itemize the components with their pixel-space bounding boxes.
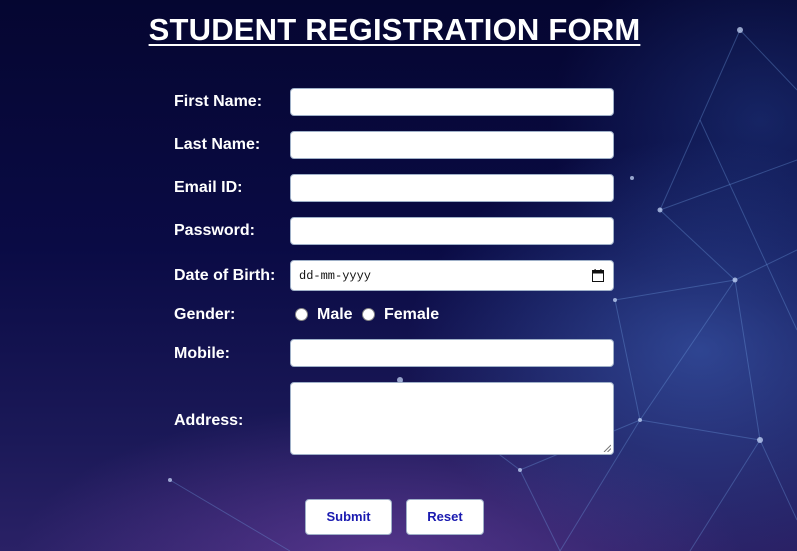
password-input[interactable] bbox=[290, 217, 614, 245]
address-textarea[interactable] bbox=[290, 382, 614, 455]
gender-male-radio[interactable] bbox=[295, 308, 308, 321]
dob-placeholder: dd-mm-yyyy bbox=[299, 269, 372, 283]
gender-female-radio[interactable] bbox=[362, 308, 375, 321]
gender-male-label[interactable]: Male bbox=[317, 306, 353, 324]
submit-button[interactable]: Submit bbox=[305, 499, 392, 535]
first-name-label: First Name: bbox=[174, 93, 263, 110]
mobile-label: Mobile: bbox=[174, 345, 230, 362]
gender-label: Gender: bbox=[174, 306, 236, 323]
first-name-input[interactable] bbox=[290, 88, 614, 116]
resize-grip-icon[interactable] bbox=[603, 444, 611, 452]
last-name-input[interactable] bbox=[290, 131, 614, 159]
password-label: Password: bbox=[174, 222, 255, 239]
reset-button[interactable]: Reset bbox=[406, 499, 484, 535]
mobile-input[interactable] bbox=[290, 339, 614, 367]
last-name-label: Last Name: bbox=[174, 136, 261, 153]
dob-date-input[interactable]: dd-mm-yyyy bbox=[290, 260, 614, 291]
gender-female-label[interactable]: Female bbox=[384, 306, 439, 324]
email-label: Email ID: bbox=[174, 179, 243, 196]
dob-label: Date of Birth: bbox=[174, 267, 276, 284]
calendar-icon[interactable] bbox=[592, 269, 604, 282]
email-input[interactable] bbox=[290, 174, 614, 202]
page-title: STUDENT REGISTRATION FORM bbox=[148, 12, 641, 47]
address-label: Address: bbox=[174, 412, 244, 429]
